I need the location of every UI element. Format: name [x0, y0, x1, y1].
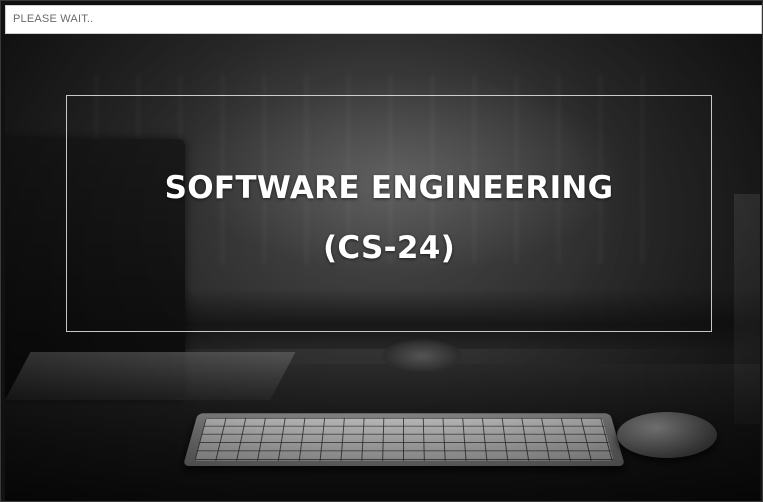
title-frame: SOFTWARE ENGINEERING (CS-24)	[66, 95, 712, 332]
splash-window: PLEASE WAIT.. SOFTWARE ENGINEERING (CS-2…	[0, 0, 763, 502]
window-title: PLEASE WAIT..	[13, 13, 94, 25]
course-title: SOFTWARE ENGINEERING	[164, 170, 614, 206]
splash-panel: SOFTWARE ENGINEERING (CS-24)	[5, 34, 760, 501]
title-bar: PLEASE WAIT..	[5, 5, 762, 34]
course-code: (CS-24)	[322, 230, 456, 266]
